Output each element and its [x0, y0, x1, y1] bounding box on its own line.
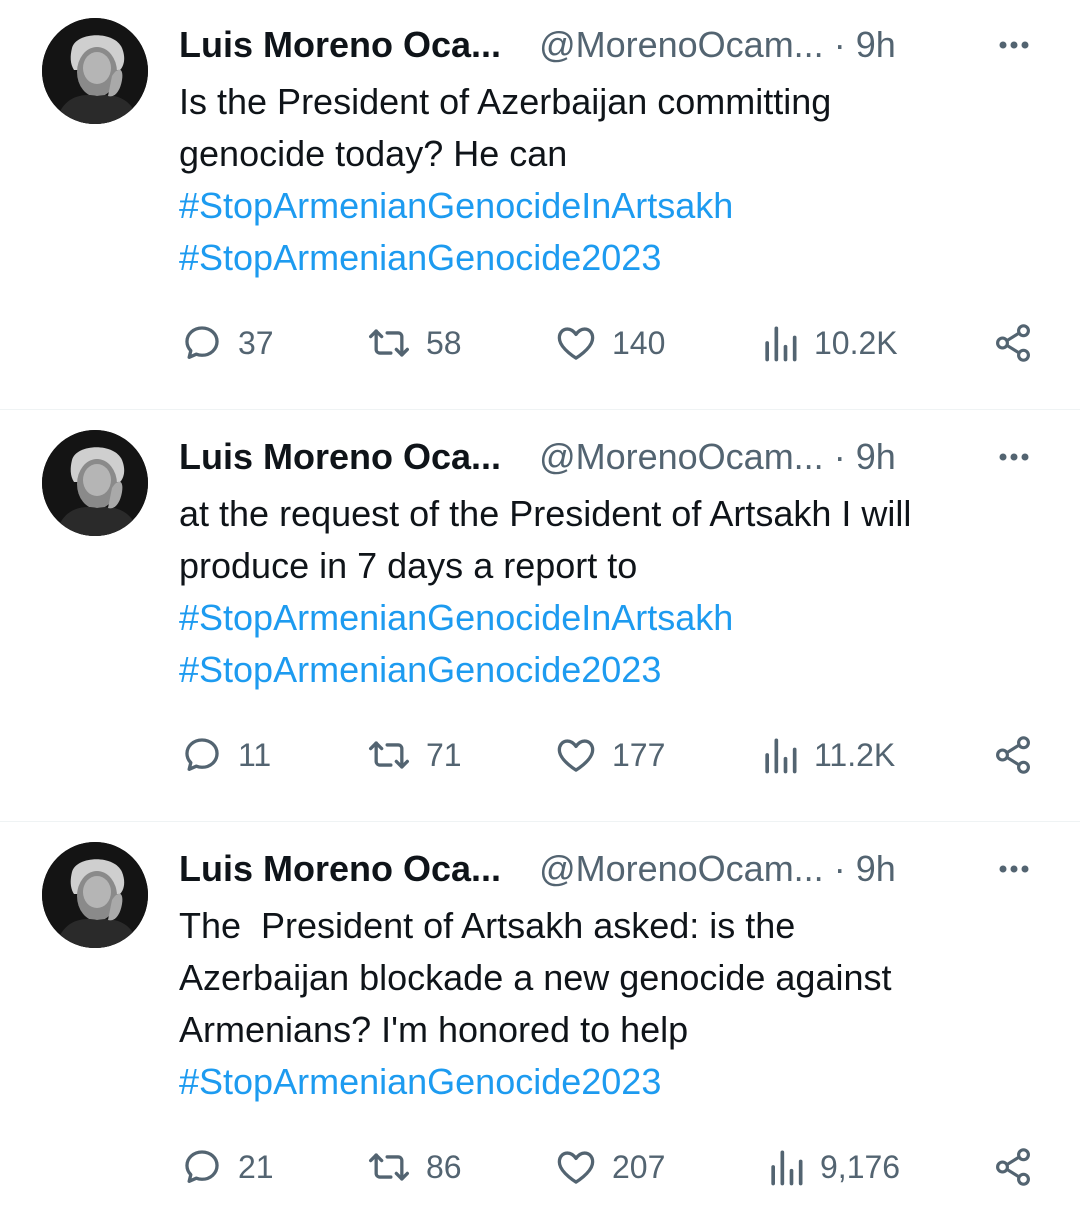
like-count: 207	[612, 1148, 666, 1185]
divider	[0, 409, 1080, 410]
tweet-text-line: Is the President of Azerbaijan committin…	[179, 81, 832, 122]
timestamp[interactable]: 9h	[856, 432, 896, 482]
reply-icon	[180, 733, 224, 777]
timestamp[interactable]: 9h	[856, 844, 896, 894]
tweet-header: Luis Moreno Oca... @MorenoOcam... · 9h	[179, 432, 896, 482]
retweet-icon	[366, 1145, 412, 1189]
retweet-button[interactable]: 71	[366, 730, 462, 780]
tweet[interactable]: Luis Moreno Oca... @MorenoOcam... · 9h I…	[0, 0, 1080, 410]
tweet-header: Luis Moreno Oca... @MorenoOcam... · 9h	[179, 844, 896, 894]
heart-icon	[554, 1145, 598, 1189]
views-count: 9,176	[820, 1148, 901, 1185]
retweet-count: 71	[426, 736, 462, 773]
timestamp[interactable]: 9h	[856, 20, 896, 70]
heart-icon	[554, 733, 598, 777]
avatar[interactable]	[42, 430, 148, 536]
reply-button[interactable]: 37	[180, 318, 274, 368]
retweet-count: 58	[426, 324, 462, 361]
display-name[interactable]: Luis Moreno Oca...	[179, 20, 501, 70]
tweet-text-line: Armenians? I'm honored to help	[179, 1009, 689, 1050]
display-name[interactable]: Luis Moreno Oca...	[179, 432, 501, 482]
reply-button[interactable]: 11	[180, 730, 271, 780]
more-dots-icon	[999, 860, 1029, 878]
like-button[interactable]: 207	[554, 1142, 665, 1192]
share-button[interactable]	[992, 730, 1034, 780]
tweet-text-line: genocide today? He can	[179, 133, 568, 174]
reply-icon	[180, 1145, 224, 1189]
share-button[interactable]	[992, 1142, 1034, 1192]
action-bar: 37 58 140 10.2K	[0, 318, 1080, 368]
retweet-count: 86	[426, 1148, 462, 1185]
views-button[interactable]: 10.2K	[760, 318, 898, 368]
user-handle[interactable]: @MorenoOcam...	[539, 844, 824, 894]
views-bar-chart-icon	[760, 321, 800, 365]
more-dots-icon	[999, 36, 1029, 54]
views-button[interactable]: 9,176	[766, 1142, 900, 1192]
share-icon	[992, 321, 1034, 365]
user-handle[interactable]: @MorenoOcam...	[539, 20, 824, 70]
tweet-text: The President of Artsakh asked: is the A…	[179, 900, 1039, 1108]
share-icon	[992, 733, 1034, 777]
reply-button[interactable]: 21	[180, 1142, 274, 1192]
reply-count: 11	[238, 736, 272, 773]
like-button[interactable]: 140	[554, 318, 665, 368]
retweet-icon	[366, 733, 412, 777]
like-button[interactable]: 177	[554, 730, 665, 780]
views-button[interactable]: 11.2K	[760, 730, 895, 780]
tweet-text-line: Azerbaijan blockade a new genocide again…	[179, 957, 892, 998]
hashtag-link[interactable]: #StopArmenianGenocideInArtsakh	[179, 592, 1039, 644]
tweet[interactable]: Luis Moreno Oca... @MorenoOcam... · 9h a…	[0, 412, 1080, 822]
reply-icon	[180, 321, 224, 365]
action-bar: 21 86 207 9,176	[0, 1142, 1080, 1192]
tweet-text: at the request of the President of Artsa…	[179, 488, 1039, 696]
avatar[interactable]	[42, 842, 148, 948]
action-bar: 11 71 177 11.2K	[0, 730, 1080, 780]
views-count: 10.2K	[814, 324, 898, 361]
separator: ·	[833, 24, 846, 65]
more-button[interactable]	[990, 854, 1038, 884]
divider	[0, 821, 1080, 822]
display-name[interactable]: Luis Moreno Oca...	[179, 844, 501, 894]
share-button[interactable]	[992, 318, 1034, 368]
views-count: 11.2K	[814, 736, 896, 773]
views-bar-chart-icon	[760, 733, 800, 777]
tweet-header: Luis Moreno Oca... @MorenoOcam... · 9h	[179, 20, 896, 70]
tweet-text-line: at the request of the President of Artsa…	[179, 493, 912, 534]
share-icon	[992, 1145, 1034, 1189]
separator: ·	[833, 436, 846, 477]
retweet-button[interactable]: 58	[366, 318, 462, 368]
separator: ·	[833, 848, 846, 889]
hashtag-link[interactable]: #StopArmenianGenocideInArtsakh	[179, 180, 1039, 232]
tweet[interactable]: Luis Moreno Oca... @MorenoOcam... · 9h T…	[0, 824, 1080, 1214]
user-handle[interactable]: @MorenoOcam...	[539, 432, 824, 482]
retweet-button[interactable]: 86	[366, 1142, 462, 1192]
more-dots-icon	[999, 448, 1029, 466]
like-count: 177	[612, 736, 666, 773]
hashtag-link[interactable]: #StopArmenianGenocide2023	[179, 1056, 1039, 1108]
avatar[interactable]	[42, 18, 148, 124]
retweet-icon	[366, 321, 412, 365]
hashtag-link[interactable]: #StopArmenianGenocide2023	[179, 232, 1039, 284]
heart-icon	[554, 321, 598, 365]
more-button[interactable]	[990, 442, 1038, 472]
tweet-text-line: The President of Artsakh asked: is the	[179, 905, 796, 946]
like-count: 140	[612, 324, 666, 361]
tweet-text: Is the President of Azerbaijan committin…	[179, 76, 1039, 284]
views-bar-chart-icon	[766, 1145, 806, 1189]
tweet-text-line: produce in 7 days a report to	[179, 545, 638, 586]
hashtag-link[interactable]: #StopArmenianGenocide2023	[179, 644, 1039, 696]
more-button[interactable]	[990, 30, 1038, 60]
reply-count: 37	[238, 324, 274, 361]
reply-count: 21	[238, 1148, 274, 1185]
